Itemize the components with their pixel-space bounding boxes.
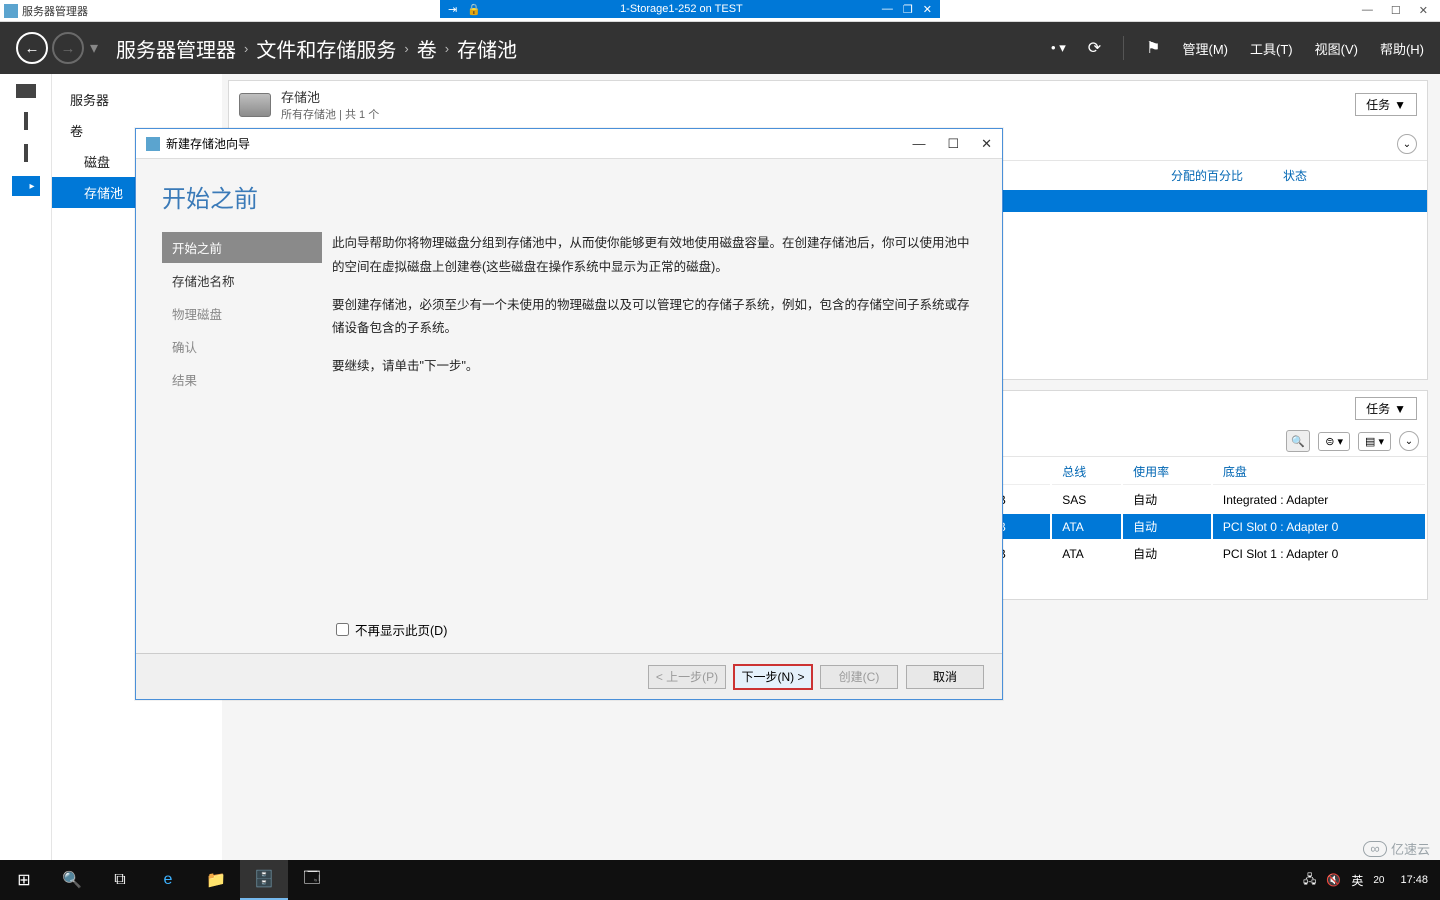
breadcrumb: 服务器管理器› 文件和存储服务› 卷› 存储池 bbox=[116, 34, 517, 63]
breadcrumb-3[interactable]: 存储池 bbox=[457, 34, 517, 63]
pool-tasks-button[interactable]: 任务 ▼ bbox=[1355, 93, 1417, 116]
wizard-steps: 开始之前 存储池名称 物理磁盘 确认 结果 bbox=[162, 222, 322, 620]
breadcrumb-2[interactable]: 卷 bbox=[417, 34, 437, 63]
wizard-step-name[interactable]: 存储池名称 bbox=[162, 265, 322, 296]
filter-dropdown-2[interactable]: ▤ ▾ bbox=[1358, 432, 1391, 451]
wizard-minimize-icon[interactable]: — bbox=[912, 136, 925, 152]
explorer-icon[interactable]: 📁 bbox=[192, 860, 240, 900]
flag-icon[interactable]: ⚑ bbox=[1146, 38, 1160, 58]
rail-storage-icon[interactable] bbox=[12, 176, 40, 196]
next-button[interactable]: 下一步(N) > bbox=[734, 665, 812, 689]
pool-panel-title: 存储池 bbox=[281, 87, 379, 106]
drive-icon bbox=[239, 93, 271, 117]
outer-minimize-icon[interactable]: — bbox=[1362, 4, 1373, 17]
tray-sound-icon[interactable]: 🔇 bbox=[1326, 873, 1341, 887]
pin-icon[interactable]: ⇥ bbox=[448, 3, 457, 16]
wizard-step-result: 结果 bbox=[162, 364, 322, 395]
ime-indicator[interactable]: 英 bbox=[1351, 872, 1363, 889]
chevron-down-icon: ▼ bbox=[1394, 402, 1406, 416]
pool-col-alloc[interactable]: 分配的百分比 bbox=[1171, 167, 1243, 184]
rail-all-icon[interactable] bbox=[24, 144, 28, 162]
app-icon[interactable]: 🗔 bbox=[288, 860, 336, 900]
sidebar-item-servers[interactable]: 服务器 bbox=[52, 84, 222, 115]
dont-show-label[interactable]: 不再显示此页(D) bbox=[355, 620, 447, 639]
wizard-step-before[interactable]: 开始之前 bbox=[162, 232, 322, 263]
pool-panel-subtitle: 所有存储池 | 共 1 个 bbox=[281, 106, 379, 122]
server-manager-header: ← → ▾ 服务器管理器› 文件和存储服务› 卷› 存储池 • ▾ ⟳ ⚑ 管理… bbox=[0, 22, 1440, 74]
menu-help[interactable]: 帮助(H) bbox=[1380, 39, 1424, 58]
outer-window-title: 服务器管理器 bbox=[22, 3, 88, 19]
rail-local-icon[interactable] bbox=[24, 112, 28, 130]
wizard-heading: 开始之前 bbox=[162, 179, 976, 214]
col-bus[interactable]: 总线 bbox=[1052, 459, 1121, 485]
wizard-maximize-icon[interactable]: ☐ bbox=[947, 136, 959, 152]
icon-rail bbox=[0, 74, 52, 860]
menu-manage[interactable]: 管理(M) bbox=[1183, 39, 1229, 58]
search-icon[interactable]: 🔍 bbox=[1286, 430, 1310, 452]
outer-maximize-icon[interactable]: ☐ bbox=[1391, 4, 1401, 17]
watermark-icon: ∞ bbox=[1363, 841, 1387, 857]
wizard-step-confirm: 确认 bbox=[162, 331, 322, 362]
nav-back-button[interactable]: ← bbox=[16, 32, 48, 64]
ime-num[interactable]: 20 bbox=[1373, 875, 1384, 886]
wizard-step-disks: 物理磁盘 bbox=[162, 298, 322, 329]
dropdown-indicator-icon[interactable]: • ▾ bbox=[1051, 40, 1066, 56]
ie-icon[interactable]: e bbox=[144, 860, 192, 900]
pool-collapse-button[interactable]: ⌄ bbox=[1397, 134, 1417, 154]
nav-forward-button[interactable]: → bbox=[52, 32, 84, 64]
menu-view[interactable]: 视图(V) bbox=[1315, 39, 1358, 58]
task-view-button[interactable]: ⧉ bbox=[96, 860, 144, 900]
pool-col-status[interactable]: 状态 bbox=[1283, 167, 1307, 184]
watermark-text: 亿速云 bbox=[1391, 839, 1430, 858]
wizard-body-text: 此向导帮助你将物理磁盘分组到存储池中，从而使你能够更有效地使用磁盘容量。在创建存… bbox=[322, 222, 976, 620]
tray-network-icon[interactable]: 🖧 bbox=[1303, 870, 1316, 891]
vm-close-icon[interactable]: ✕ bbox=[923, 3, 932, 16]
refresh-icon[interactable]: ⟳ bbox=[1088, 38, 1101, 58]
phys-tasks-button[interactable]: 任务 ▼ bbox=[1355, 397, 1417, 420]
lock-icon[interactable]: 🔒 bbox=[467, 3, 481, 16]
watermark: ∞ 亿速云 bbox=[1363, 839, 1430, 858]
cancel-button[interactable]: 取消 bbox=[906, 665, 984, 689]
server-manager-taskbar-icon[interactable]: 🗄️ bbox=[240, 860, 288, 900]
wizard-title: 新建存储池向导 bbox=[166, 135, 250, 152]
wizard-titlebar[interactable]: 新建存储池向导 — ☐ ✕ bbox=[136, 129, 1002, 159]
search-button[interactable]: 🔍 bbox=[48, 860, 96, 900]
server-manager-icon bbox=[4, 4, 18, 18]
vm-minimize-icon[interactable]: — bbox=[882, 3, 893, 16]
dont-show-checkbox[interactable] bbox=[336, 623, 349, 636]
prev-button: < 上一步(P) bbox=[648, 665, 726, 689]
outer-close-icon[interactable]: ✕ bbox=[1419, 4, 1428, 17]
chevron-down-icon: ▼ bbox=[1394, 98, 1406, 112]
breadcrumb-root[interactable]: 服务器管理器 bbox=[116, 34, 236, 63]
col-usage[interactable]: 使用率 bbox=[1123, 459, 1211, 485]
wizard-icon bbox=[146, 137, 160, 151]
wizard-close-icon[interactable]: ✕ bbox=[981, 136, 992, 152]
wizard-footer: < 上一步(P) 下一步(N) > 创建(C) 取消 bbox=[136, 653, 1002, 699]
create-button: 创建(C) bbox=[820, 665, 898, 689]
col-chassis[interactable]: 底盘 bbox=[1213, 459, 1425, 485]
vm-title: 1-Storage1-252 on TEST bbox=[495, 3, 868, 15]
filter-dropdown-1[interactable]: ⊜ ▾ bbox=[1318, 432, 1350, 451]
vm-connection-bar: ⇥ 🔒 1-Storage1-252 on TEST — ❐ ✕ bbox=[440, 0, 940, 18]
breadcrumb-1[interactable]: 文件和存储服务 bbox=[256, 34, 396, 63]
rail-dashboard-icon[interactable] bbox=[16, 84, 36, 98]
nav-dropdown-icon[interactable]: ▾ bbox=[90, 38, 98, 58]
tray-clock[interactable]: 17:48 bbox=[1394, 874, 1434, 886]
phys-collapse-button[interactable]: ⌄ bbox=[1399, 431, 1419, 451]
new-storage-pool-wizard: 新建存储池向导 — ☐ ✕ 开始之前 开始之前 存储池名称 物理磁盘 确认 结果… bbox=[135, 128, 1003, 700]
vm-restore-icon[interactable]: ❐ bbox=[903, 3, 913, 16]
taskbar: ⊞ 🔍 ⧉ e 📁 🗄️ 🗔 🖧 🔇 英 20 17:48 bbox=[0, 860, 1440, 900]
menu-tools[interactable]: 工具(T) bbox=[1250, 39, 1293, 58]
start-button[interactable]: ⊞ bbox=[0, 860, 48, 900]
